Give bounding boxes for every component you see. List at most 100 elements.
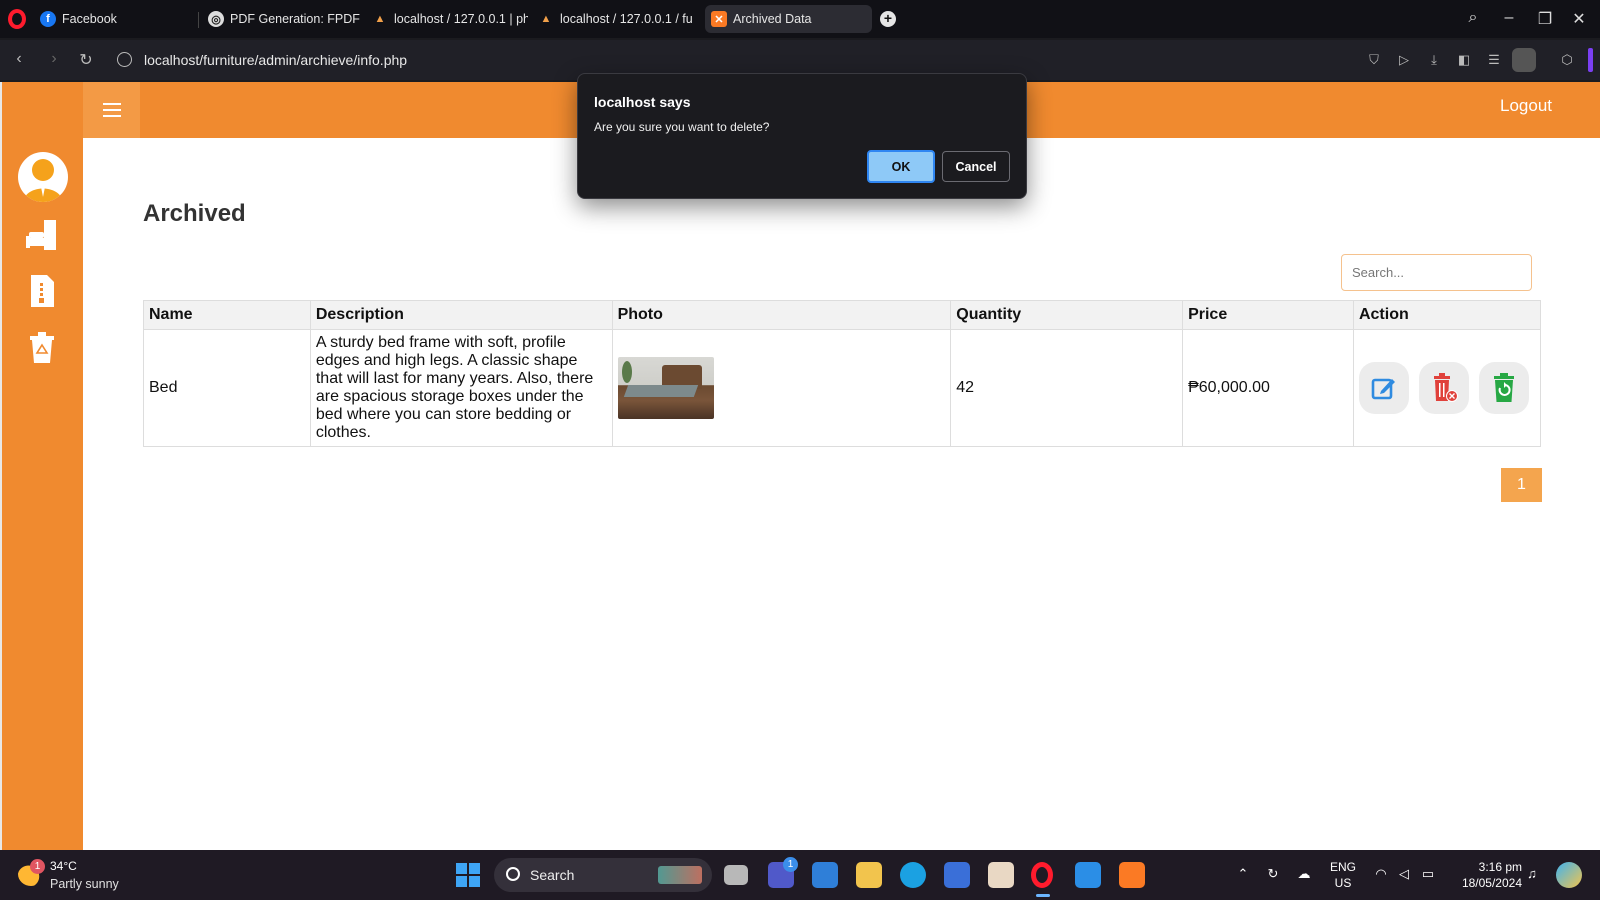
profile-icon[interactable]: [1512, 48, 1536, 72]
phpmyadmin-icon: ▲: [374, 13, 386, 25]
ok-button[interactable]: OK: [867, 150, 935, 183]
edit-button[interactable]: [1358, 362, 1409, 414]
logout-link[interactable]: Logout: [1500, 96, 1552, 116]
hamburger-menu-button[interactable]: [83, 82, 140, 138]
confirm-dialog: localhost says Are you sure you want to …: [577, 73, 1027, 199]
play-icon[interactable]: ▷: [1396, 52, 1412, 68]
column-header-description: Description: [309, 300, 613, 330]
windows-taskbar: 1 34°C Partly sunny Search 1 ⌃ ↻ ☁ ENG U…: [0, 850, 1600, 900]
shield-icon[interactable]: ⛉: [1366, 52, 1382, 68]
wifi-icon[interactable]: ◠: [1373, 867, 1389, 881]
tab-archived-data[interactable]: ✕ Archived Data: [705, 5, 872, 33]
cell-price: ₱60,000.00: [1182, 329, 1354, 447]
pagination-page-1[interactable]: 1: [1501, 468, 1542, 502]
battery-icon[interactable]: ▭: [1420, 867, 1436, 881]
xampp-icon: ✕: [711, 11, 727, 27]
photos-icon[interactable]: [812, 862, 838, 888]
edge-icon[interactable]: [900, 862, 926, 888]
copilot-icon[interactable]: [1556, 862, 1582, 888]
clock-time[interactable]: 3:16 pm: [1452, 860, 1522, 874]
cell-name: Bed: [143, 329, 311, 447]
weather-temperature[interactable]: 34°C: [50, 859, 77, 873]
extensions-icon[interactable]: ⬡: [1559, 52, 1575, 68]
cell-description: A sturdy bed frame with soft, profile ed…: [309, 329, 613, 447]
teams-badge: 1: [783, 857, 798, 872]
close-window-button[interactable]: ✕: [1569, 9, 1589, 29]
taskbar-search-label: Search: [530, 867, 575, 883]
url-path: /furniture/admin/archieve/info.php: [199, 52, 408, 68]
xampp-taskbar-icon[interactable]: [1119, 862, 1145, 888]
game-icon[interactable]: [988, 862, 1014, 888]
tab-pdf-generation[interactable]: ◎ PDF Generation: FPDF PHP: [202, 5, 362, 33]
store-icon[interactable]: [944, 862, 970, 888]
facebook-icon: f: [40, 11, 56, 27]
start-button[interactable]: [456, 863, 480, 887]
weather-description[interactable]: Partly sunny: [50, 877, 119, 891]
archive-table: Name Description Photo Quantity Price Ac…: [143, 300, 1542, 447]
active-indicator: [1036, 894, 1050, 897]
notification-bell-icon[interactable]: ♫: [1524, 867, 1540, 881]
new-tab-button[interactable]: +: [880, 11, 896, 27]
file-explorer-icon[interactable]: [856, 862, 882, 888]
download-icon[interactable]: ⤓: [1426, 52, 1442, 68]
reload-button[interactable]: ↻: [77, 50, 95, 70]
tab-title: PDF Generation: FPDF PHP: [230, 12, 362, 26]
cell-actions: [1352, 329, 1542, 447]
volume-muted-icon[interactable]: ◁: [1396, 867, 1412, 881]
search-input[interactable]: [1341, 254, 1532, 291]
column-header-name: Name: [143, 300, 311, 330]
vscode-icon[interactable]: [1075, 862, 1101, 888]
delete-button[interactable]: [1418, 362, 1469, 414]
forward-button[interactable]: ›: [45, 50, 63, 68]
minimize-button[interactable]: –: [1499, 9, 1519, 27]
table-header-row: Name Description Photo Quantity Price Ac…: [143, 300, 1542, 330]
clock-date[interactable]: 18/05/2024: [1452, 876, 1522, 890]
trash-delete-icon: [1433, 373, 1458, 402]
dialog-title: localhost says: [594, 94, 691, 110]
page-title: Archived: [143, 200, 246, 227]
url-host: localhost: [144, 52, 200, 68]
sync-icon[interactable]: ↻: [1265, 867, 1281, 881]
tab-title: Archived Data: [733, 12, 812, 26]
bed-photo: [617, 357, 714, 419]
easy-setup-icon[interactable]: ☰: [1486, 52, 1502, 68]
dialog-message: Are you sure you want to delete?: [594, 120, 770, 134]
browser-tab-strip: f Facebook ◎ PDF Generation: FPDF PHP ▲ …: [0, 0, 1600, 38]
edit-icon: [1371, 378, 1395, 400]
restore-button[interactable]: ❐: [1535, 9, 1555, 29]
chatgpt-icon: ◎: [208, 11, 224, 27]
column-header-action: Action: [1352, 300, 1542, 330]
language-bottom[interactable]: US: [1328, 876, 1358, 890]
url-field[interactable]: localhost/furniture/admin/archieve/info.…: [144, 52, 407, 68]
taskbar-search[interactable]: Search: [494, 858, 712, 892]
search-icon: [506, 867, 520, 881]
tab-title: localhost / 127.0.0.1 / furn: [560, 12, 692, 26]
globe-icon: [117, 52, 132, 67]
tab-title: localhost / 127.0.0.1 | php: [394, 12, 528, 26]
trash-restore-icon: [1493, 373, 1514, 402]
opera-taskbar-icon[interactable]: [1031, 862, 1053, 888]
onedrive-icon[interactable]: ☁: [1296, 867, 1312, 881]
tab-phpmyadmin-2[interactable]: ▲ localhost / 127.0.0.1 / furn: [532, 5, 692, 33]
recycle-bin-icon[interactable]: [26, 330, 58, 364]
chevron-up-icon[interactable]: ⌃: [1235, 867, 1251, 881]
cancel-button[interactable]: Cancel: [942, 151, 1010, 182]
hamburger-icon: [102, 103, 121, 117]
tab-facebook[interactable]: f Facebook: [34, 5, 194, 33]
search-tabs-icon[interactable]: ⌕: [1463, 9, 1483, 27]
document-zip-icon[interactable]: [26, 274, 58, 308]
furniture-icon[interactable]: [26, 218, 58, 252]
cell-quantity: 42: [950, 329, 1184, 447]
battery-saver-icon[interactable]: ◧: [1456, 52, 1472, 68]
restore-button[interactable]: [1478, 362, 1529, 414]
back-button[interactable]: ‹: [10, 50, 28, 68]
sidebar: [2, 82, 83, 850]
avatar[interactable]: [18, 152, 68, 202]
opera-logo-icon[interactable]: [8, 9, 26, 29]
table-row: Bed A sturdy bed frame with soft, profil…: [143, 329, 1542, 447]
column-header-price: Price: [1182, 300, 1354, 330]
task-view-icon[interactable]: [724, 865, 748, 885]
language-top[interactable]: ENG: [1328, 860, 1358, 874]
tab-phpmyadmin-1[interactable]: ▲ localhost / 127.0.0.1 | php: [366, 5, 528, 33]
sidebar-accent: [1588, 48, 1593, 72]
